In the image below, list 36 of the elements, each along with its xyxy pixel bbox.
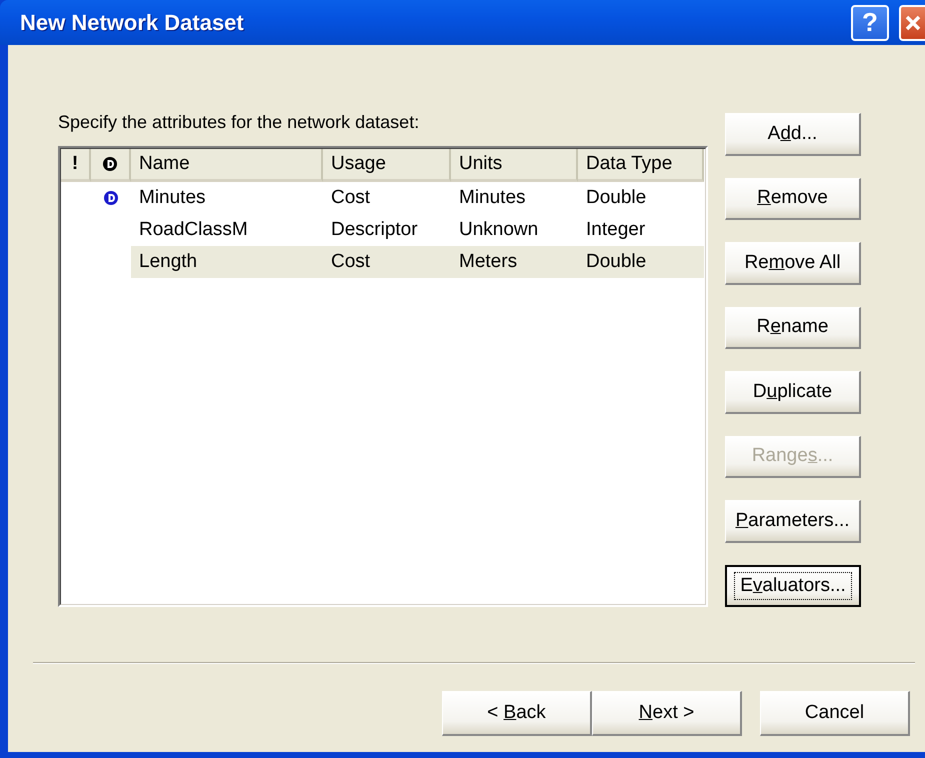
- table-cell-text: Double: [585, 251, 648, 274]
- cancel-button[interactable]: Cancel: [760, 691, 910, 736]
- table-cell-text: Minutes: [458, 187, 527, 210]
- column-header[interactable]: Data Type: [578, 149, 704, 182]
- next-button[interactable]: Next >: [592, 691, 742, 736]
- table-cell-text: Minutes: [138, 187, 207, 210]
- evaluators-button[interactable]: Evaluators...: [725, 564, 861, 607]
- close-icon: [904, 14, 922, 32]
- column-header[interactable]: Usage: [323, 149, 451, 182]
- table-cell-text: Descriptor: [330, 219, 419, 242]
- table-cell-text: Cost: [330, 187, 372, 210]
- table-cell-text: Double: [585, 187, 648, 210]
- table-cell-text: Integer: [585, 219, 646, 242]
- add-button[interactable]: Add...: [725, 113, 861, 156]
- table-cell-text: Length: [138, 251, 198, 274]
- instruction-text: Specify the attributes for the network dataset:: [58, 112, 420, 134]
- table-cell-text: Unknown: [458, 219, 540, 242]
- column-header[interactable]: Units: [451, 149, 578, 182]
- rename-button[interactable]: Rename: [725, 306, 861, 349]
- help-button[interactable]: ?: [851, 4, 889, 40]
- remove-button[interactable]: Remove: [725, 178, 861, 220]
- back-button[interactable]: < Back: [442, 691, 592, 736]
- remove-all-button[interactable]: Remove All: [725, 242, 861, 284]
- window-title: New Network Dataset: [20, 10, 245, 36]
- column-header[interactable]: !: [61, 149, 91, 182]
- duplicate-button[interactable]: Duplicate: [725, 371, 861, 414]
- parameters-button[interactable]: Parameters...: [725, 500, 861, 542]
- table-cell-text: RoadClassM: [138, 219, 249, 242]
- table-row[interactable]: Minutes Cost Minutes Double: [131, 182, 704, 214]
- table-row[interactable]: RoadClassM Descriptor Unknown Integer: [131, 214, 704, 246]
- close-button[interactable]: [899, 4, 925, 40]
- default-attribute-icon: [102, 156, 118, 172]
- column-header[interactable]: Name: [131, 149, 323, 182]
- table-cell-text: Cost: [330, 251, 372, 274]
- table-cell-text: Meters: [458, 251, 518, 274]
- table-row[interactable]: Length Cost Meters Double: [131, 246, 704, 278]
